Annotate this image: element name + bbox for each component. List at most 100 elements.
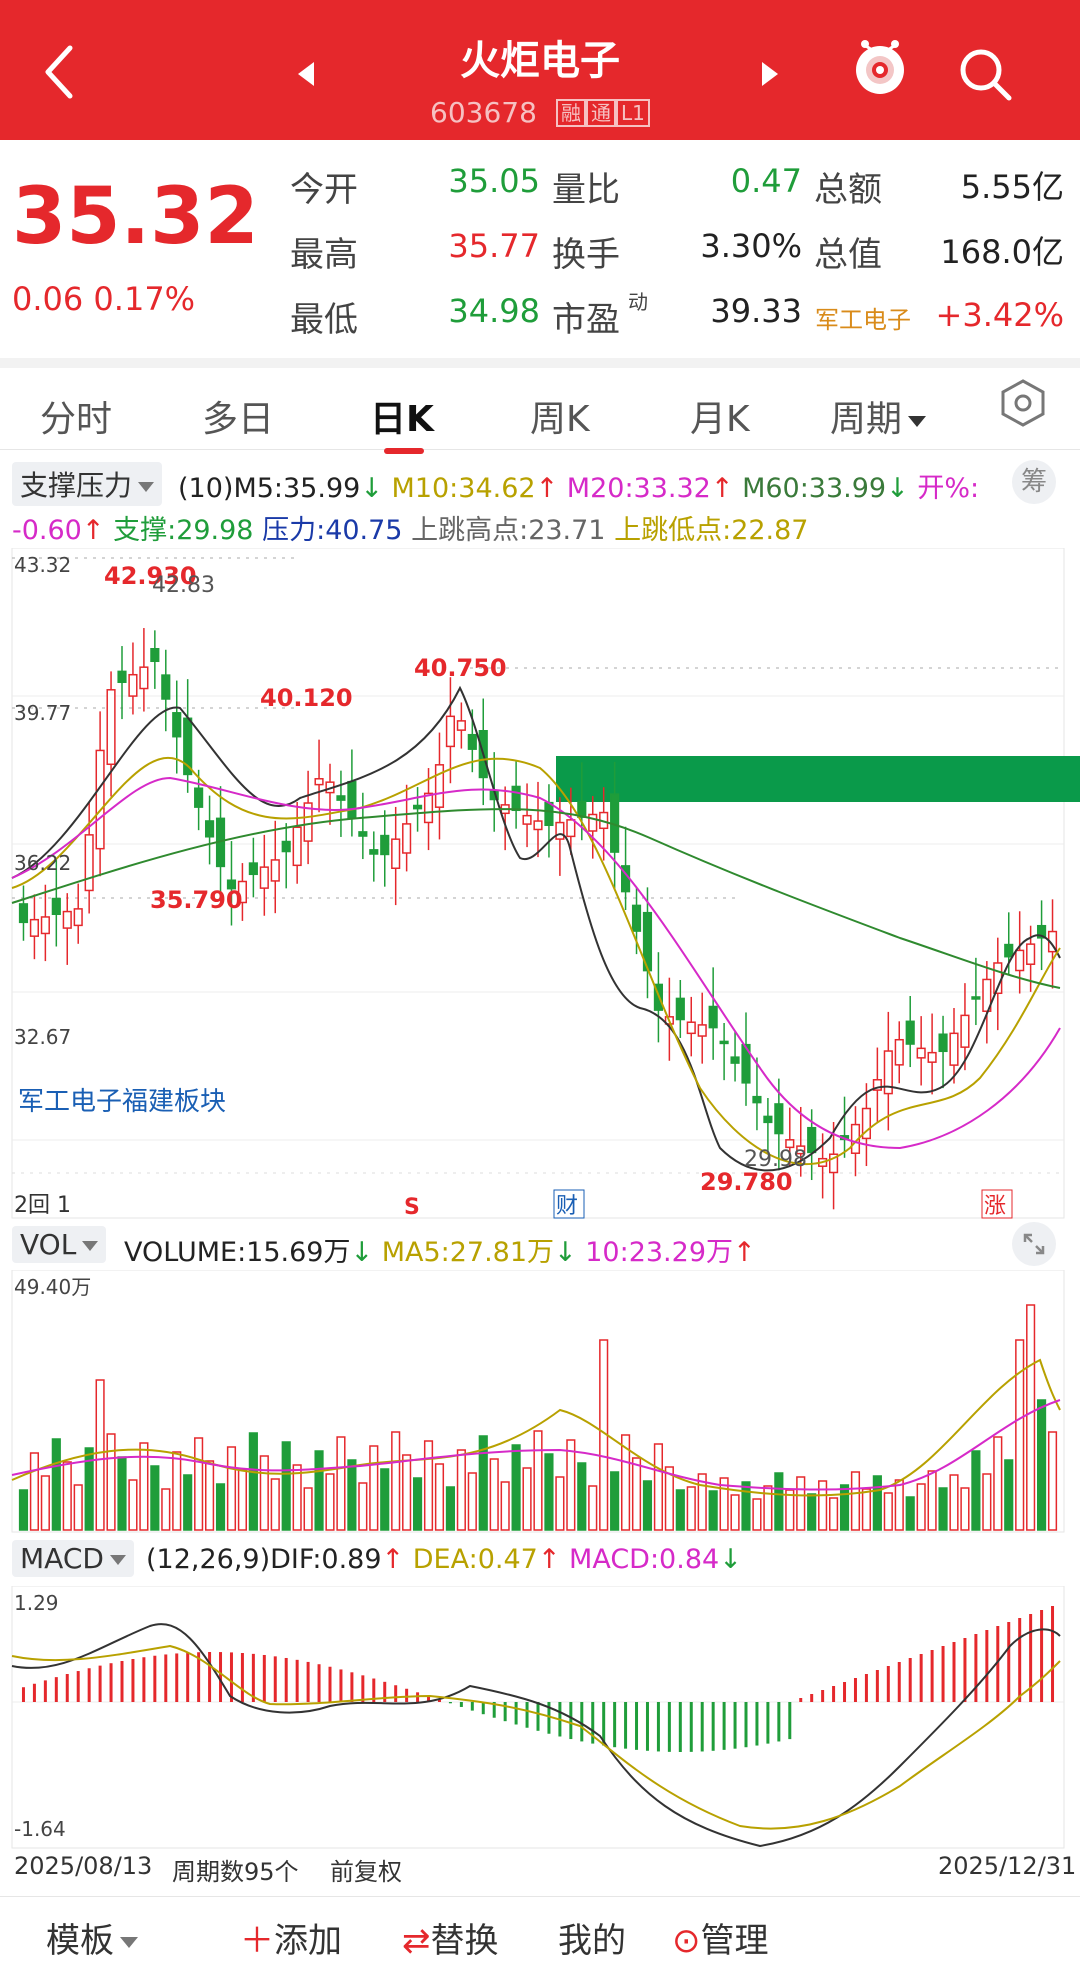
volume-bar — [292, 1464, 302, 1531]
candle-body — [172, 712, 182, 738]
candle-body — [150, 648, 160, 663]
chevron-down-icon — [109, 1555, 126, 1565]
candle-body — [456, 720, 466, 731]
high-value: 35.77 — [448, 227, 540, 265]
volume-bar — [894, 1479, 904, 1531]
next-stock-icon[interactable] — [762, 62, 778, 86]
period-tabs: 分时 多日 日K 周K 月K 周期 — [0, 358, 1080, 454]
candle-body — [905, 1020, 915, 1045]
macd-top-label: 1.29 — [14, 1591, 59, 1615]
expand-icon[interactable] — [1012, 1222, 1056, 1266]
plus-icon: ＋ — [240, 1921, 274, 1961]
candle-body — [916, 1047, 926, 1059]
volume-bar — [511, 1444, 521, 1531]
search-icon[interactable] — [955, 44, 1015, 104]
stock-name: 火炬电子 — [460, 38, 620, 84]
tab-multiday[interactable]: 多日 — [202, 390, 274, 442]
volume-bar — [29, 1452, 40, 1531]
candle-body — [259, 866, 269, 889]
replace-button[interactable]: ⇄替换 — [402, 1913, 499, 1962]
candle-body — [511, 785, 521, 812]
candle-body — [73, 908, 83, 927]
tab-daily-k[interactable]: 日K — [370, 390, 434, 442]
volume-bar — [18, 1489, 29, 1531]
volume-bar — [325, 1473, 335, 1531]
chip-distribution-button[interactable]: 筹 — [1012, 460, 1056, 504]
volume-indicator-select[interactable]: VOL — [12, 1226, 107, 1263]
sector-chart-label[interactable]: 军工电子福建板块 — [18, 1087, 226, 1117]
tab-weekly-k[interactable]: 周K — [530, 390, 590, 442]
sector-change[interactable]: +3.42% — [930, 296, 1064, 334]
sector-name[interactable]: 军工电子 — [815, 300, 911, 335]
candle-body — [566, 819, 576, 838]
assistant-icon[interactable] — [852, 36, 908, 98]
volume-bar — [1026, 1304, 1036, 1531]
volume-bar — [226, 1446, 237, 1531]
top-bar: 火炬电子 603678 融 通 L1 — [0, 0, 1080, 140]
volume-bar — [577, 1462, 587, 1531]
macd-chart[interactable]: 1.29 -1.64 — [0, 1586, 1080, 1850]
volume-bar — [259, 1455, 269, 1531]
pressure-zone — [556, 756, 1080, 802]
candle-body — [434, 764, 445, 808]
candle-body — [686, 1021, 696, 1035]
volume-bar — [949, 1474, 959, 1531]
volume-bar — [544, 1453, 554, 1531]
volume-bar — [402, 1454, 412, 1531]
volume-bar — [610, 1471, 620, 1531]
candle-body — [106, 689, 116, 766]
pe-label: 市盈 — [552, 300, 620, 340]
volume-bar — [51, 1438, 61, 1531]
volume-bar — [927, 1470, 937, 1531]
volume-bar — [489, 1458, 499, 1531]
volume-bar — [215, 1483, 226, 1531]
adjust-type[interactable]: 前复权 — [330, 1852, 402, 1887]
support-annotation: 29.98 — [744, 1147, 807, 1172]
candle-body — [380, 834, 390, 856]
market-cap-label: 总值 — [814, 235, 882, 275]
volume-bar — [807, 1493, 817, 1531]
event-marker-limit-up[interactable]: 涨 — [984, 1194, 1006, 1219]
manage-button[interactable]: ⊙管理 — [672, 1913, 769, 1962]
volume-bar — [774, 1472, 784, 1531]
volume-bar — [445, 1486, 456, 1531]
template-button[interactable]: 模板 — [46, 1913, 138, 1962]
candle-body — [577, 800, 587, 818]
candle-body — [555, 821, 565, 840]
volume-bar — [642, 1480, 653, 1531]
tab-monthly-k[interactable]: 月K — [690, 390, 750, 442]
candle-body — [949, 1032, 959, 1066]
volume-bar — [117, 1456, 127, 1531]
volume-bar — [872, 1475, 882, 1531]
candle-body — [719, 1040, 729, 1045]
volume-bar — [533, 1430, 543, 1531]
add-indicator-button[interactable]: ＋添加 — [240, 1913, 342, 1962]
settings-icon[interactable] — [998, 378, 1048, 428]
main-indicator-select[interactable]: 支撑压力 — [12, 462, 163, 506]
volume-bar — [796, 1476, 806, 1531]
volume-bar — [730, 1494, 740, 1531]
my-indicators-button[interactable]: 我的 — [558, 1913, 626, 1962]
start-date: 2025/08/13 — [14, 1852, 153, 1880]
volume-bar — [828, 1497, 839, 1531]
y-label-3: 32.67 — [14, 1025, 71, 1049]
kline-chart[interactable]: 43.32 39.77 36.22 32.67 42.930 42.83 40.… — [0, 548, 1080, 1220]
turnover-amount-label: 总额 — [814, 170, 882, 210]
volume-bar — [1015, 1339, 1025, 1531]
tag-connect: 通 — [586, 99, 616, 127]
market-cap-value: 168.0亿 — [940, 233, 1064, 271]
volume-chart[interactable]: 49.40万 — [0, 1270, 1080, 1534]
tab-intraday[interactable]: 分时 — [40, 390, 112, 442]
volume-bar — [456, 1449, 466, 1531]
volume-bar — [631, 1457, 642, 1531]
volume-bar — [467, 1472, 477, 1531]
candle-body — [314, 778, 324, 786]
candle-body — [412, 804, 423, 810]
tab-period[interactable]: 周期 — [830, 390, 927, 442]
low-label: 最低 — [290, 300, 358, 340]
macd-indicator-select[interactable]: MACD — [12, 1540, 134, 1577]
volume-bar — [686, 1486, 696, 1531]
event-marker-finance[interactable]: 财 — [556, 1194, 578, 1219]
event-marker-s[interactable]: S — [404, 1195, 420, 1220]
candle-body — [544, 801, 554, 827]
